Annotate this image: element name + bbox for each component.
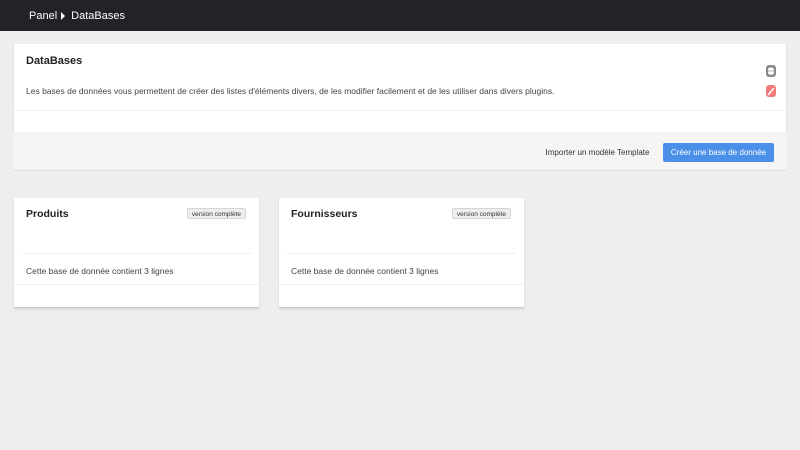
top-bar: Panel DataBases (0, 0, 800, 31)
databases-header-card: DataBases Les bases de données vous perm… (14, 44, 786, 132)
page-title: DataBases (26, 55, 83, 67)
card-divider (287, 253, 516, 254)
card-footer (279, 284, 524, 285)
version-badge: version complète (186, 208, 246, 219)
card-divider (22, 253, 251, 254)
page-description: Les bases de données vous permettent de … (26, 86, 555, 96)
actions-bar: Importer un modèle Template Créer une ba… (14, 132, 786, 171)
database-row-count: Cette base de donnée contient 3 lignes (26, 266, 174, 276)
header-divider (14, 110, 786, 111)
breadcrumb-separator-icon (61, 11, 66, 20)
database-row-count: Cette base de donnée contient 3 lignes (291, 266, 439, 276)
database-name[interactable]: Produits (26, 208, 69, 220)
import-template-button[interactable]: Importer un modèle Template (536, 143, 659, 162)
database-name[interactable]: Fournisseurs (291, 208, 358, 220)
database-icon[interactable] (766, 65, 776, 77)
breadcrumb-databases[interactable]: DataBases (71, 10, 125, 22)
database-card[interactable]: Fournisseurs version complète Cette base… (279, 198, 524, 308)
edit-icon[interactable] (766, 85, 776, 97)
card-footer (14, 284, 259, 285)
create-database-button[interactable]: Créer une base de donnée (663, 143, 774, 162)
version-badge: version complète (451, 208, 511, 219)
database-card[interactable]: Produits version complète Cette base de … (14, 198, 259, 308)
breadcrumb-panel[interactable]: Panel (29, 10, 57, 22)
